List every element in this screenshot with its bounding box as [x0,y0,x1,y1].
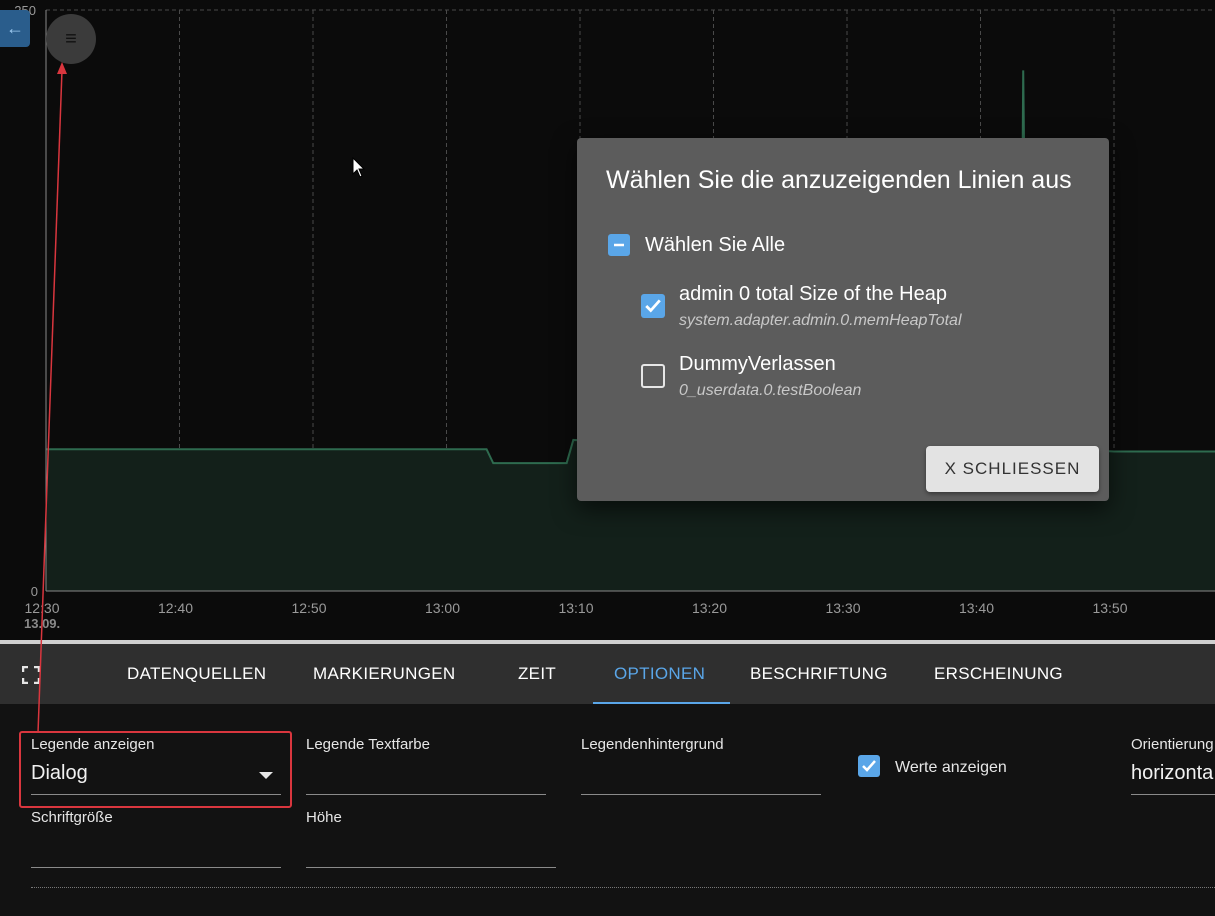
orientation-select[interactable]: horizonta [1131,762,1213,785]
tab-markierungen[interactable]: MARKIERUNGEN [313,644,455,704]
orientation-label: Orientierung [1131,736,1214,753]
tab-bar: DATENQUELLEN MARKIERUNGEN ZEIT OPTIONEN … [0,644,1215,704]
legend-text-color-label: Legende Textfarbe [306,736,430,753]
tab-zeit[interactable]: ZEIT [518,644,556,704]
item-name-dummy: DummyVerlassen [679,353,836,375]
x-tick-label: 12:40 [158,600,193,616]
legend-background-input[interactable] [581,754,821,795]
select-all-checkbox[interactable] [608,234,630,256]
x-tick-label: 12:30 [24,600,59,616]
legend-text-color-field: Legende Textfarbe [306,736,430,753]
x-tick-label: 13:40 [959,600,994,616]
tab-erscheinung[interactable]: ERSCHEINUNG [934,644,1063,704]
height-input[interactable] [306,827,556,868]
legend-show-field: Legende anzeigen [31,736,154,753]
legend-background-label: Legendenhintergrund [581,736,724,753]
x-tick-label: 13:20 [692,600,727,616]
tab-optionen[interactable]: OPTIONEN [614,644,705,704]
select-lines-dialog: Wählen Sie die anzuzeigenden Linien aus … [577,138,1109,501]
item-checkbox-dummy[interactable] [641,364,665,388]
x-tick-label: 13:50 [1092,600,1127,616]
item-name-heap: admin 0 total Size of the Heap [679,283,947,305]
show-values-checkbox[interactable] [858,755,880,777]
font-size-input[interactable] [31,827,281,868]
check-icon [862,760,876,772]
y-tick-label: 0 [31,584,38,599]
item-id-dummy: 0_userdata.0.testBoolean [679,382,862,399]
item-id-heap: system.adapter.admin.0.memHeapTotal [679,312,962,329]
chevron-down-icon[interactable] [259,772,273,779]
close-button[interactable]: X SCHLIESSEN [926,446,1099,492]
arrow-left-icon: ← [6,18,24,38]
hamburger-icon: ≡ [65,27,77,50]
options-panel: Legende anzeigen Dialog Legende Textfarb… [0,704,1215,916]
select-all-label: Wählen Sie Alle [645,234,786,256]
legend-menu-button[interactable]: ≡ [46,14,96,64]
dotted-divider [31,887,1215,888]
fullscreen-icon[interactable] [22,666,40,684]
item-checkbox-heap[interactable] [641,294,665,318]
font-size-label: Schriftgröße [31,809,113,826]
dialog-title: Wählen Sie die anzuzeigenden Linien aus [606,166,1072,194]
font-size-field: Schriftgröße [31,809,113,826]
x-tick-label: 13:00 [425,600,460,616]
x-axis-date: 13.09. [24,616,61,631]
legend-show-select[interactable]: Dialog [31,762,88,785]
legend-background-field: Legendenhintergrund [581,736,724,753]
orientation-underline [1131,794,1215,795]
show-values-label: Werte anzeigen [895,759,1007,776]
x-tick-label: 13:10 [558,600,593,616]
mouse-cursor-icon [352,157,366,178]
minus-icon [614,243,624,247]
back-button[interactable]: ← [0,10,30,47]
orientation-field: Orientierung [1131,736,1214,753]
legend-text-color-input[interactable] [306,754,546,795]
legend-show-label: Legende anzeigen [31,736,155,753]
tab-datenquellen[interactable]: DATENQUELLEN [127,644,266,704]
x-tick-label: 12:50 [291,600,326,616]
check-icon [645,299,661,313]
tab-beschriftung[interactable]: BESCHRIFTUNG [750,644,888,704]
x-tick-label: 13:30 [825,600,860,616]
height-field: Höhe [306,809,342,826]
height-label: Höhe [306,809,342,826]
legend-show-underline [31,794,281,795]
